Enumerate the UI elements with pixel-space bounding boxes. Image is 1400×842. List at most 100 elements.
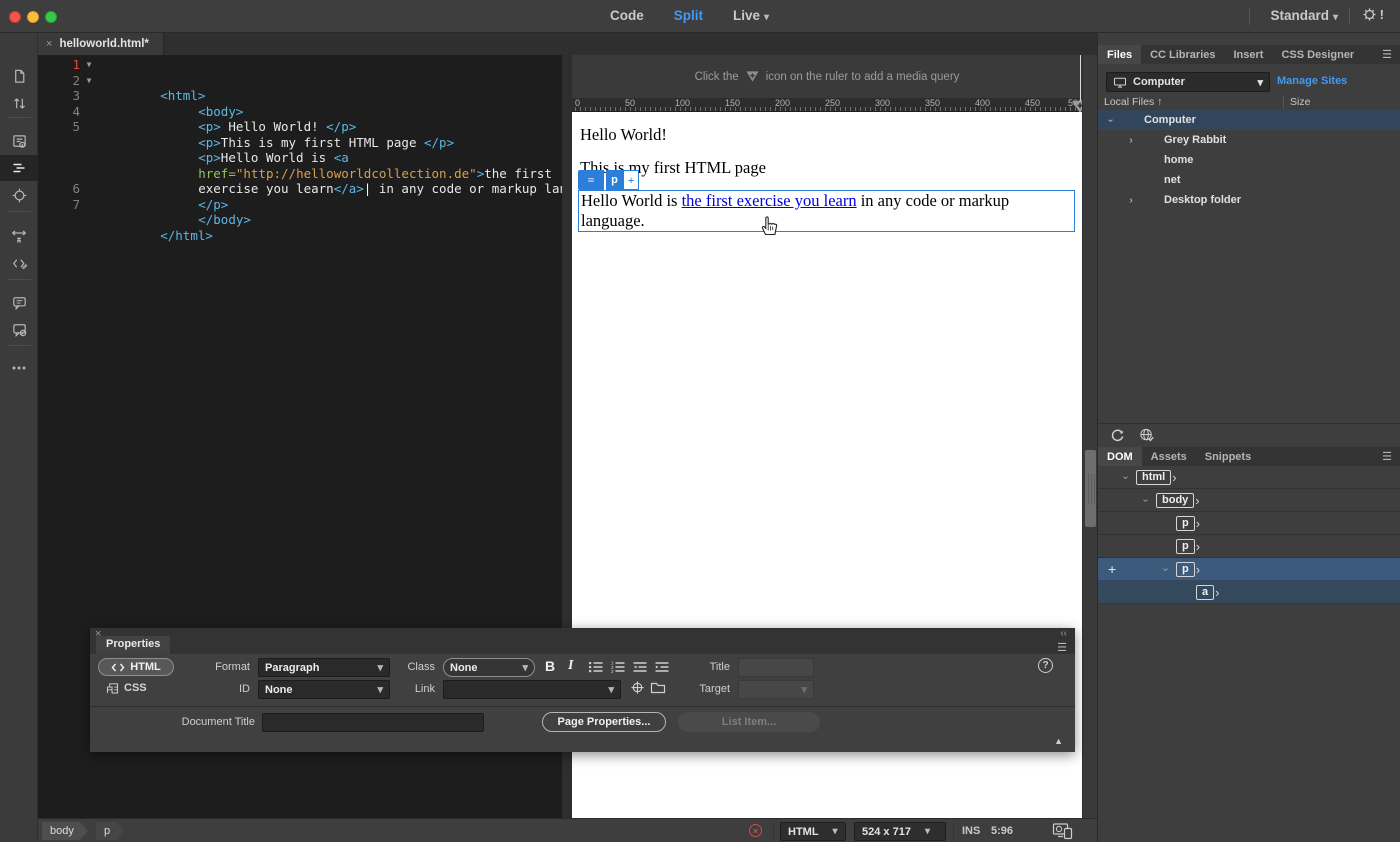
bold-button[interactable]: B <box>545 658 555 674</box>
panel-tab[interactable]: CC Libraries <box>1141 45 1224 64</box>
preview-link[interactable]: the first exercise you learn <box>682 191 857 210</box>
document-title-input[interactable] <box>262 713 484 732</box>
fold-arrow-icon[interactable]: ▼ <box>80 73 98 89</box>
panel-tab[interactable]: CSS Designer <box>1272 45 1363 64</box>
expander-icon[interactable] <box>1106 115 1116 126</box>
link-input[interactable]: ▾ <box>443 680 621 699</box>
expand-panel-icon[interactable]: ▲ <box>1054 736 1063 746</box>
italic-button[interactable]: I <box>568 658 573 674</box>
error-icon[interactable]: × <box>749 824 762 837</box>
expander-icon[interactable] <box>1144 495 1156 506</box>
panel-tab[interactable]: Insert <box>1225 45 1273 64</box>
horizontal-ruler[interactable]: 050100150200250300350400450500 <box>572 98 1082 112</box>
inspect-mode-icon[interactable] <box>0 182 38 208</box>
dom-tag-pill[interactable]: p <box>1176 516 1195 531</box>
browse-folder-icon[interactable] <box>650 681 666 694</box>
live-view-scrollbar[interactable] <box>1082 55 1097 818</box>
manage-sites-link[interactable]: Manage Sites <box>1277 75 1347 87</box>
view-mode-button[interactable]: Code <box>610 8 648 23</box>
fold-arrow-icon[interactable] <box>80 166 98 182</box>
more-tools-icon[interactable] <box>0 355 38 381</box>
refresh-icon[interactable] <box>1110 428 1125 443</box>
tag-selector-body[interactable]: body <box>42 822 88 840</box>
close-window-button[interactable] <box>9 11 21 23</box>
format-source-icon[interactable] <box>0 155 38 181</box>
dom-tree-row[interactable]: + body › <box>1098 489 1400 512</box>
fold-arrow-icon[interactable] <box>80 88 98 104</box>
dom-tree-row[interactable]: + html › <box>1098 466 1400 489</box>
document-tab[interactable]: × helloworld.html* <box>38 33 164 55</box>
device-preview-icon[interactable] <box>1052 822 1074 840</box>
minimize-window-button[interactable] <box>27 11 39 23</box>
zoom-window-button[interactable] <box>45 11 57 23</box>
dom-tree-row[interactable]: + p › <box>1098 558 1400 581</box>
dom-tree-row[interactable]: + a › <box>1098 581 1400 604</box>
fold-arrow-icon[interactable] <box>80 104 98 120</box>
fluid-grid-icon[interactable] <box>0 223 38 249</box>
page-properties-button[interactable]: Page Properties... <box>542 712 666 732</box>
dom-tag-pill[interactable]: p <box>1176 539 1195 554</box>
scrollbar-thumb[interactable] <box>1085 450 1096 527</box>
file-tree-row[interactable]: net <box>1098 170 1400 190</box>
tag-selector-p[interactable]: p <box>96 822 124 840</box>
file-tree-row[interactable]: home <box>1098 150 1400 170</box>
panel-tab[interactable]: Snippets <box>1196 447 1260 466</box>
insert-element-icon[interactable]: + <box>1108 561 1116 577</box>
html-mode-button[interactable]: HTML <box>98 658 174 676</box>
selected-paragraph[interactable]: Hello World is the first exercise you le… <box>578 190 1075 232</box>
properties-tab[interactable]: Properties <box>96 636 170 654</box>
code-snippet-icon[interactable] <box>0 250 38 276</box>
workspace-dropdown[interactable]: Standard▾ <box>1270 8 1338 23</box>
close-tab-icon[interactable]: × <box>46 38 52 50</box>
comment-disabled-icon[interactable] <box>0 316 38 342</box>
expander-icon[interactable] <box>1124 472 1136 483</box>
globe-check-icon[interactable] <box>1139 428 1155 443</box>
fold-arrow-icon[interactable] <box>80 150 98 166</box>
dom-tag-pill[interactable]: html <box>1136 470 1171 485</box>
comment-icon[interactable] <box>0 289 38 315</box>
dom-tree-row[interactable]: + p › <box>1098 512 1400 535</box>
preview-paragraph[interactable]: Hello World! <box>580 125 667 145</box>
fold-arrow-icon[interactable] <box>80 135 98 151</box>
format-dropdown[interactable]: Paragraph▾ <box>258 658 390 677</box>
element-tag-label[interactable]: p <box>606 170 623 190</box>
doc-type-dropdown[interactable]: HTML▾ <box>780 822 846 841</box>
file-tree-row[interactable]: Desktop folder <box>1098 190 1400 210</box>
file-tree-row[interactable]: Computer <box>1098 110 1400 130</box>
fold-arrow-icon[interactable] <box>80 119 98 135</box>
fold-arrow-icon[interactable] <box>80 181 98 197</box>
window-size-dropdown[interactable]: 524 x 717▾ <box>854 822 946 841</box>
expander-icon[interactable] <box>1126 135 1136 146</box>
collapse-panel-icon[interactable]: ‹‹ <box>1060 628 1067 639</box>
open-documents-icon[interactable] <box>0 63 38 89</box>
dom-tree-row[interactable]: + p › <box>1098 535 1400 558</box>
panel-tab[interactable]: DOM <box>1098 447 1142 466</box>
outdent-button[interactable] <box>632 660 648 674</box>
id-dropdown[interactable]: None▾ <box>258 680 390 699</box>
panel-tab[interactable]: Assets <box>1142 447 1196 466</box>
settings-button[interactable]: ! <box>1362 7 1384 22</box>
ordered-list-button[interactable]: 123 <box>610 660 626 674</box>
dom-tag-pill[interactable]: body <box>1156 493 1194 508</box>
view-mode-button[interactable]: Split <box>674 8 707 23</box>
local-files-column-header[interactable]: Local Files ↑ <box>1104 96 1162 108</box>
panel-tab[interactable]: Files <box>1098 45 1141 64</box>
expander-icon[interactable] <box>1126 195 1136 206</box>
expander-icon[interactable] <box>1164 564 1176 575</box>
file-management-icon[interactable] <box>0 90 38 116</box>
help-button[interactable]: ? <box>1038 658 1053 673</box>
unordered-list-button[interactable] <box>588 660 604 674</box>
fold-arrow-icon[interactable]: ▼ <box>80 57 98 73</box>
view-mode-button[interactable]: Live▾ <box>733 8 769 23</box>
panel-menu-icon[interactable]: ☰ <box>1382 450 1392 463</box>
fold-arrow-icon[interactable] <box>80 197 98 213</box>
dom-tag-pill[interactable]: a <box>1196 585 1214 600</box>
dom-tag-pill[interactable]: p <box>1176 562 1195 577</box>
column-divider[interactable] <box>1283 95 1284 109</box>
live-view-options-icon[interactable] <box>0 128 38 154</box>
file-tree-row[interactable]: Grey Rabbit <box>1098 130 1400 150</box>
panel-menu-icon[interactable]: ☰ <box>1382 48 1392 61</box>
add-element-button[interactable]: + <box>623 170 639 190</box>
panel-menu-icon[interactable]: ☰ <box>1057 641 1067 654</box>
element-menu-icon[interactable]: ≡ <box>578 170 604 190</box>
